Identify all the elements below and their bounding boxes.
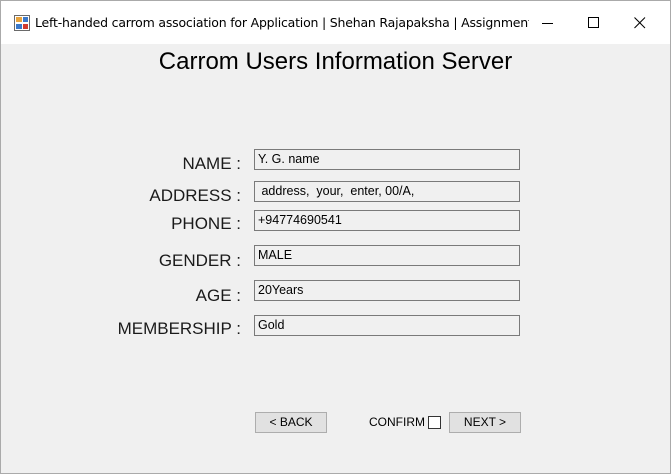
app-icon xyxy=(14,15,30,31)
gender-field[interactable]: MALE xyxy=(254,245,520,266)
name-field[interactable]: Y. G. name xyxy=(254,149,520,170)
next-button[interactable]: NEXT > xyxy=(449,412,521,433)
window-title: Left-handed carrom association for Appli… xyxy=(35,15,529,30)
minimize-icon xyxy=(542,23,553,24)
membership-label: MEMBERSHIP : xyxy=(117,319,241,338)
phone-field[interactable]: +94774690541 xyxy=(254,210,520,231)
close-button[interactable] xyxy=(617,6,663,39)
back-button[interactable]: < BACK xyxy=(255,412,327,433)
gender-label: GENDER : xyxy=(158,251,241,270)
name-label: NAME : xyxy=(182,154,241,173)
minimize-button[interactable] xyxy=(525,6,571,39)
confirm-label: CONFIRM xyxy=(369,415,425,429)
title-bar[interactable]: Left-handed carrom association for Appli… xyxy=(1,1,670,44)
age-field[interactable]: 20Years xyxy=(254,280,520,301)
membership-field[interactable]: Gold xyxy=(254,315,520,336)
maximize-button[interactable] xyxy=(571,6,617,39)
page-title: Carrom Users Information Server xyxy=(158,48,513,75)
address-field[interactable]: address, your, enter, 00/A, xyxy=(254,181,520,202)
maximize-icon xyxy=(588,17,599,28)
phone-label: PHONE : xyxy=(171,214,241,233)
confirm-checkbox[interactable] xyxy=(428,416,441,429)
address-label: ADDRESS : xyxy=(149,186,241,205)
close-icon xyxy=(634,17,646,29)
age-label: AGE : xyxy=(195,286,241,305)
app-window: Left-handed carrom association for Appli… xyxy=(0,0,671,474)
